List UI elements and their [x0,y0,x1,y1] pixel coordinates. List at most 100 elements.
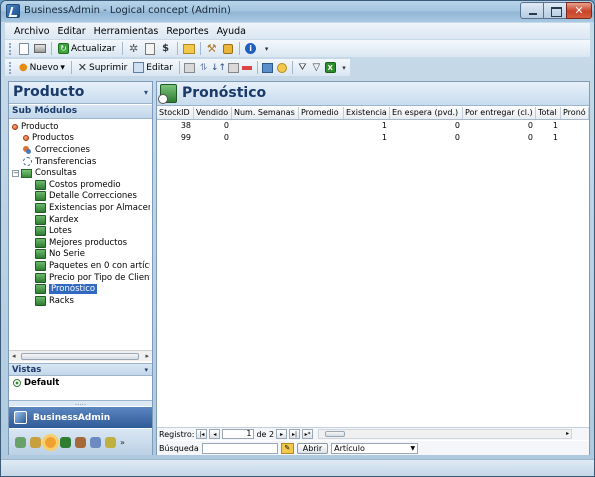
table-row[interactable]: 38 0 1 0 0 1 [157,120,589,132]
table-cell[interactable] [561,120,589,132]
group-button[interactable]: ⥮ [198,61,210,74]
refresh-button[interactable]: ↻ Actualizar [56,43,118,54]
table-cell[interactable]: 0 [390,120,463,132]
window-button[interactable] [262,61,274,74]
module-purchases-icon[interactable] [75,436,86,448]
tree-item[interactable]: Pronóstico [11,283,150,295]
grid-hscrollbar[interactable]: ▸ [318,429,573,439]
brand-bar[interactable]: BusinessAdmin [9,407,152,428]
tools-button[interactable]: ⚒ [205,42,219,55]
table-cell[interactable] [232,132,299,144]
table-cell[interactable] [561,132,589,144]
table-cell[interactable] [232,120,299,132]
tree-item[interactable]: Correcciones [11,144,150,156]
scroll-thumb[interactable] [325,431,346,437]
menu-archivo[interactable]: Archivo [10,26,54,37]
maximize-button[interactable] [543,2,567,19]
column-header[interactable]: Por entregar (cl.) [463,107,536,119]
scroll-thumb[interactable] [21,353,139,360]
toolbar-grip[interactable] [9,61,12,74]
menu-herramientas[interactable]: Herramientas [90,26,163,37]
lock-button[interactable] [221,42,235,55]
open-button[interactable]: Abrir [296,442,329,454]
menu-editar[interactable]: Editar [54,26,90,37]
column-header[interactable]: Existencia [344,107,390,119]
table-cell[interactable] [299,120,344,132]
module-sales-icon[interactable] [90,436,101,448]
module-reports-icon[interactable] [105,436,116,448]
table-cell[interactable]: 0 [194,132,232,144]
column-header[interactable]: StockID [157,107,194,119]
table-cell[interactable]: 1 [536,132,561,144]
folder-button[interactable] [182,42,196,55]
table-cell[interactable]: 0 [463,120,536,132]
table-cell[interactable]: 0 [390,132,463,144]
new-button[interactable]: ● Nuevo ▾ [17,62,67,73]
views-header[interactable]: Vistas ▾ [9,363,152,376]
close-button[interactable]: ✕ [566,2,592,19]
next-record-button[interactable]: ▸ [276,429,288,439]
tree-item[interactable]: Mejores productos [11,237,150,249]
menu-ayuda[interactable]: Ayuda [213,26,250,37]
view-default[interactable]: Default [13,378,59,388]
column-header[interactable]: Num. Semanas [232,107,299,119]
tree-scrollbar[interactable]: ◂ ▸ [9,350,152,361]
title-bar[interactable]: BusinessAdmin - Logical concept (Admin) … [1,1,594,22]
currency-button[interactable]: $ [159,42,173,55]
first-record-button[interactable]: |◂ [196,429,208,439]
scroll-left-icon[interactable]: ◂ [12,352,16,360]
table-cell[interactable] [299,132,344,144]
table-cell[interactable]: 0 [463,132,536,144]
tree-item[interactable]: − Consultas [11,167,150,179]
table-cell[interactable]: 99 [157,132,194,144]
search-input[interactable] [201,442,278,454]
tree-item[interactable]: Racks [11,295,150,307]
print-button[interactable] [33,42,47,55]
tree-item[interactable]: Producto [11,121,150,133]
module-clients-icon[interactable] [15,436,26,448]
module-suppliers-icon[interactable] [30,436,41,448]
column-header[interactable]: En espera (pvd.) [390,107,463,119]
table-cell[interactable]: 1 [344,132,390,144]
table-cell[interactable]: 1 [536,120,561,132]
remove-button[interactable] [241,61,253,74]
tree-item[interactable]: Transferencias [11,156,150,168]
column-header[interactable]: Pronó [561,107,589,119]
tree-item[interactable]: Lotes [11,225,150,237]
tree-item[interactable]: Kardex [11,214,150,226]
settings-button[interactable]: ✲ [127,42,141,55]
toolbar-grip[interactable] [9,42,12,55]
columns-button[interactable] [227,61,239,74]
export-excel-button[interactable]: X [324,61,336,74]
user-button[interactable] [276,61,288,74]
new-record-button[interactable]: ▸* [302,429,314,439]
tree-item[interactable]: Precio por Tipo de Cliente [11,272,150,284]
more-modules-icon[interactable]: » [120,438,125,447]
table-cell[interactable]: 1 [344,120,390,132]
toolbar-overflow-icon[interactable]: ▾ [338,61,350,74]
record-number-input[interactable]: 1 [222,429,255,439]
edit-button[interactable]: Editar [131,62,175,73]
prev-record-button[interactable]: ◂ [209,429,221,439]
menu-reportes[interactable]: Reportes [162,26,212,37]
scroll-right-icon[interactable]: ▸ [566,430,569,437]
minimize-button[interactable] [520,2,544,19]
properties-button[interactable] [184,61,196,74]
calculator-button[interactable] [143,42,157,55]
table-cell[interactable]: 0 [194,120,232,132]
sort-button[interactable]: ↓↑ [211,61,226,74]
toolbar-overflow-icon[interactable]: ▾ [260,42,274,55]
preview-button[interactable] [17,42,31,55]
column-header[interactable]: Total [536,107,561,119]
last-record-button[interactable]: ▸| [289,429,301,439]
filter-add-button[interactable]: ⛛ [297,61,309,74]
panel-splitter[interactable]: ..... [9,400,152,407]
tree-item[interactable]: Existencias por Almacen [11,202,150,214]
table-row[interactable]: 99 0 1 0 0 1 [157,132,589,144]
column-header[interactable]: Vendido [194,107,232,119]
tree-item[interactable]: Detalle Correcciones [11,191,150,203]
module-inventory-icon[interactable] [60,436,71,448]
chevron-down-icon[interactable]: ▾ [144,88,148,97]
tree-item[interactable]: No Serie [11,249,150,261]
collapse-icon[interactable]: − [12,169,19,177]
